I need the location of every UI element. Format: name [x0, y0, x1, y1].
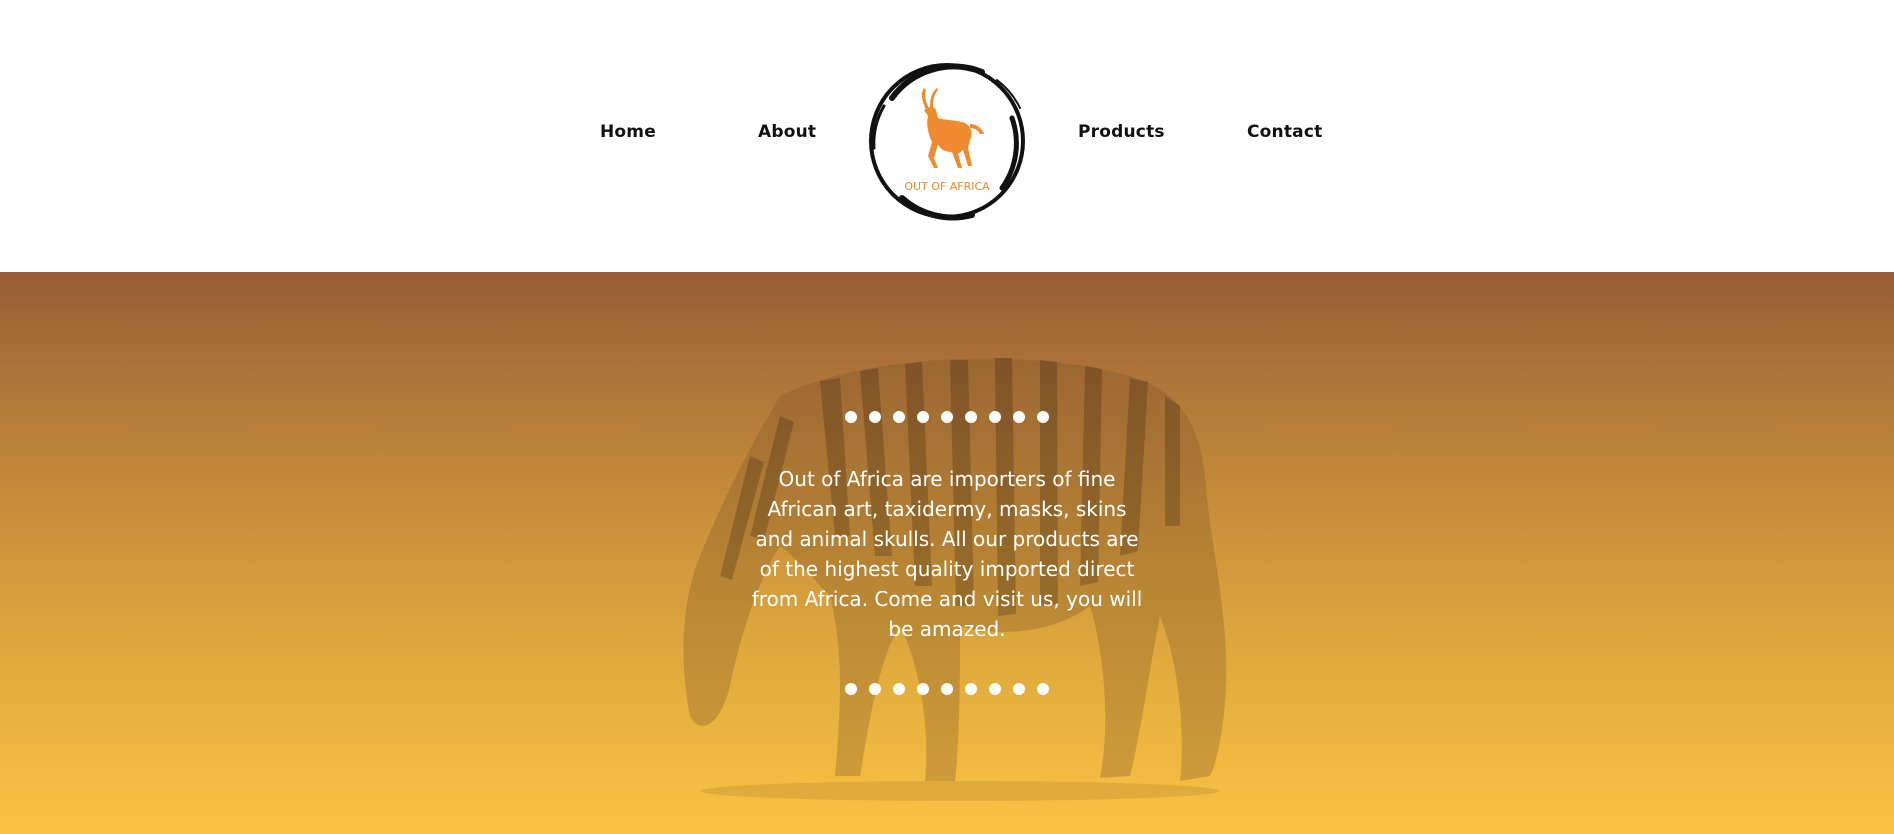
hero-description: Out of Africa are importers of fine Afri…	[751, 467, 1143, 641]
nav-home-link[interactable]: Home	[600, 122, 656, 142]
site-header: Home About OUT OF AFRICA Products Contac…	[0, 0, 1894, 272]
nav-products-link[interactable]: Products	[1078, 122, 1165, 142]
gazelle-icon	[921, 88, 984, 168]
decorative-dots-bottom	[0, 683, 1894, 695]
nav-about-link[interactable]: About	[758, 122, 816, 142]
decorative-dots-top	[0, 411, 1894, 423]
logo-text: OUT OF AFRICA	[904, 180, 990, 193]
site-logo[interactable]: OUT OF AFRICA	[862, 58, 1032, 224]
hero-section: Out of Africa are importers of fine Afri…	[0, 272, 1894, 834]
nav-contact-link[interactable]: Contact	[1247, 122, 1322, 142]
